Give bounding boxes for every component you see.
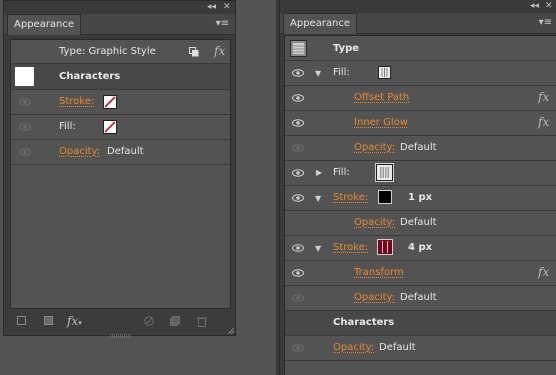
characters-label: Characters [333, 317, 395, 328]
opacity-row[interactable]: Opacity: Default [11, 140, 230, 165]
effect-row-transform[interactable]: Transform fx [285, 261, 556, 286]
type-thumbnail [290, 40, 307, 57]
fill-swatch-none[interactable] [103, 120, 117, 134]
panel-title-bar: ◂◂ ✕ [4, 1, 235, 14]
opacity-value: Default [107, 146, 144, 157]
add-new-effect-icon[interactable]: fx▾ [67, 314, 82, 328]
opacity-row[interactable]: Opacity: Default [285, 286, 556, 311]
fill-swatch-gradient[interactable] [375, 163, 394, 182]
close-panel-icon[interactable]: ✕ [223, 1, 231, 14]
clear-appearance-icon[interactable] [144, 316, 154, 329]
stroke-swatch-none[interactable] [103, 95, 117, 109]
fill-label: Fill: [59, 121, 76, 132]
visibility-eye-icon[interactable] [292, 119, 304, 127]
opacity-value: Default [400, 217, 437, 228]
panel-title-bar: ◂◂ ✕ [280, 0, 556, 13]
disclosure-collapsed-icon[interactable]: ▶ [316, 168, 322, 177]
stroke-row[interactable]: ▼ Stroke: 1 px [285, 186, 556, 211]
duplicate-style-icon[interactable] [189, 47, 199, 57]
visibility-eye-icon[interactable] [292, 69, 304, 77]
effect-row-offset-path[interactable]: Offset Path fx [285, 86, 556, 111]
opacity-label[interactable]: Opacity: [59, 146, 100, 157]
tab-row: Appearance ▾≡ [280, 13, 556, 34]
effect-row-inner-glow[interactable]: Inner Glow fx [285, 111, 556, 136]
appearance-panel-right: ◂◂ ✕ Appearance ▾≡ Type ▼ Fill: Offset P… [279, 0, 556, 375]
effect-offset-path-link[interactable]: Offset Path [354, 92, 409, 103]
opacity-value: Default [379, 342, 416, 353]
effect-inner-glow-link[interactable]: Inner Glow [354, 117, 408, 128]
fill-row[interactable]: Fill: [11, 115, 230, 140]
opacity-value: Default [400, 142, 437, 153]
visibility-eye-icon[interactable] [19, 148, 31, 156]
stroke-weight: 1 px [408, 192, 433, 203]
visibility-eye-icon[interactable] [292, 169, 304, 177]
stroke-swatch-pattern[interactable] [377, 239, 393, 255]
panel-bottom-toolbar: fx▾ [4, 309, 235, 338]
collapse-panel-icon[interactable]: ◂◂ [530, 0, 539, 13]
opacity-label[interactable]: Opacity: [354, 142, 395, 153]
tab-row: Appearance ▾≡ [4, 14, 235, 35]
fx-icon[interactable]: fx [538, 265, 549, 279]
add-new-stroke-icon[interactable] [17, 316, 26, 328]
stroke-label[interactable]: Stroke: [333, 192, 368, 203]
characters-label: Characters [59, 71, 121, 82]
fx-icon[interactable]: fx [538, 115, 549, 129]
appearance-list: Type: Graphic Style fx Characters Stroke… [10, 39, 231, 309]
panel-menu-icon[interactable]: ▾≡ [216, 18, 229, 30]
visibility-eye-icon[interactable] [292, 269, 304, 277]
add-new-fill-icon[interactable] [44, 316, 53, 328]
delete-item-icon[interactable] [197, 316, 207, 330]
panel-menu-icon[interactable]: ▾≡ [539, 17, 552, 29]
type-label: Type: Graphic Style [59, 46, 156, 57]
disclosure-expanded-icon[interactable]: ▼ [315, 244, 321, 253]
stroke-row[interactable]: Stroke: [11, 90, 230, 115]
fill-row[interactable]: ▶ Fill: [285, 161, 556, 186]
characters-row[interactable]: Characters [11, 64, 230, 90]
stroke-label[interactable]: Stroke: [333, 242, 368, 253]
opacity-value: Default [400, 292, 437, 303]
visibility-eye-icon[interactable] [292, 94, 304, 102]
visibility-eye-icon[interactable] [292, 144, 304, 152]
disclosure-expanded-icon[interactable]: ▼ [315, 69, 321, 78]
tab-appearance[interactable]: Appearance [283, 13, 358, 34]
fx-icon[interactable]: fx [538, 90, 549, 104]
fill-label: Fill: [333, 67, 350, 78]
opacity-label[interactable]: Opacity: [333, 342, 374, 353]
close-panel-icon[interactable]: ✕ [545, 0, 553, 13]
duplicate-item-icon[interactable] [170, 316, 180, 329]
tab-appearance[interactable]: Appearance [7, 14, 82, 35]
characters-thumbnail [15, 67, 34, 86]
stroke-label[interactable]: Stroke: [59, 96, 94, 107]
type-label: Type [333, 43, 360, 54]
fill-label: Fill: [333, 167, 350, 178]
visibility-eye-icon[interactable] [292, 194, 304, 202]
type-row: Type [285, 36, 556, 61]
stroke-weight: 4 px [408, 242, 433, 253]
resize-grip[interactable] [110, 330, 132, 338]
fx-icon[interactable]: fx [214, 44, 225, 58]
visibility-eye-icon[interactable] [292, 294, 304, 302]
visibility-eye-icon[interactable] [292, 244, 304, 252]
visibility-eye-icon[interactable] [292, 344, 304, 352]
opacity-label[interactable]: Opacity: [354, 292, 395, 303]
stroke-row[interactable]: ▼ Stroke: 4 px [285, 236, 556, 261]
opacity-row[interactable]: Opacity: Default [285, 336, 556, 361]
effect-transform-link[interactable]: Transform [354, 267, 404, 278]
appearance-panel-left: ◂◂ ✕ Appearance ▾≡ Type: Graphic Style f… [3, 0, 236, 338]
fill-swatch-pattern[interactable] [378, 66, 391, 79]
characters-row[interactable]: Characters [285, 311, 556, 336]
appearance-list: Type ▼ Fill: Offset Path fx Inner Glow f… [284, 35, 556, 375]
fill-row[interactable]: ▼ Fill: [285, 61, 556, 86]
opacity-row[interactable]: Opacity: Default [285, 211, 556, 236]
collapse-panel-icon[interactable]: ◂◂ [207, 1, 216, 14]
visibility-eye-icon[interactable] [19, 123, 31, 131]
opacity-label[interactable]: Opacity: [354, 217, 395, 228]
opacity-row[interactable]: Opacity: Default [285, 136, 556, 161]
stroke-swatch-black[interactable] [378, 190, 392, 204]
resize-corner-icon[interactable] [227, 326, 235, 335]
type-row: Type: Graphic Style fx [11, 40, 230, 64]
disclosure-expanded-icon[interactable]: ▼ [315, 194, 321, 203]
visibility-eye-icon[interactable] [19, 98, 31, 106]
